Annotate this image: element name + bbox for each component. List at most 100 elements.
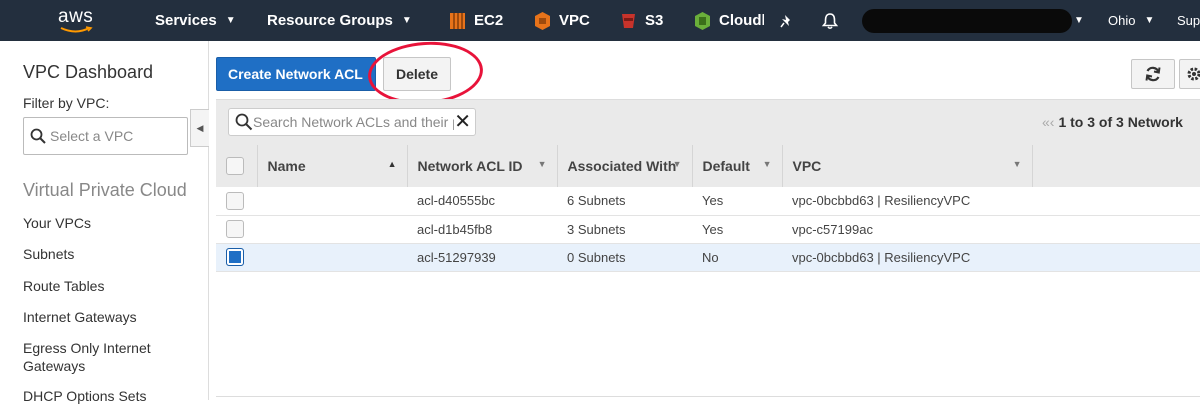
shortcut-ec2[interactable]: EC2 — [449, 0, 503, 41]
redacted-account-name — [862, 9, 1072, 33]
vpc-icon — [534, 11, 551, 31]
select-all-header — [216, 145, 257, 187]
region-label: Ohio — [1108, 13, 1136, 28]
column-header-name[interactable]: Name ▲ — [256, 145, 407, 187]
top-navigation-bar: aws Services ▼ Resource Groups ▼ EC2 VPC S… — [0, 0, 1200, 41]
create-network-acl-button[interactable]: Create Network ACL — [216, 57, 376, 91]
resource-groups-menu[interactable]: Resource Groups ▼ — [267, 0, 412, 41]
gear-icon — [1187, 67, 1200, 81]
collapse-sidebar-button[interactable]: ◀ — [190, 109, 209, 147]
cell-acl-id: acl-d1b45fb8 — [417, 221, 493, 237]
row-checkbox[interactable] — [226, 220, 244, 238]
sidebar-item-your-vpcs[interactable]: Your VPCs — [23, 214, 193, 232]
smile-arrow-icon — [60, 25, 93, 32]
refresh-icon — [1145, 66, 1161, 82]
row-checkbox[interactable] — [226, 191, 244, 210]
bell-icon[interactable] — [821, 0, 839, 41]
shortcut-label: S3 — [645, 12, 664, 29]
cell-name — [257, 243, 407, 271]
sort-asc-icon: ▲ — [387, 159, 397, 169]
select-all-checkbox[interactable] — [226, 157, 244, 176]
column-label: Network ACL ID — [417, 158, 523, 174]
cell-acl-id: acl-d40555bc — [417, 193, 496, 209]
settings-button[interactable] — [1179, 59, 1200, 89]
sidebar-item-internet-gateways[interactable]: Internet Gateways — [23, 308, 193, 326]
column-header-filler — [1031, 145, 1200, 187]
chevron-down-icon: ▼ — [1074, 15, 1084, 26]
aws-logo[interactable]: aws — [58, 0, 93, 41]
cell-associated-with: 0 Subnets — [567, 249, 626, 265]
cell-vpc: vpc-0bcbbd63 | ResiliencyVPC — [792, 249, 971, 265]
services-menu[interactable]: Services ▼ — [155, 0, 236, 41]
column-label: Associated With — [567, 158, 677, 174]
sidebar: VPC Dashboard Filter by VPC: Select a VP… — [0, 41, 209, 404]
search-icon — [30, 128, 46, 144]
table-row-selected[interactable]: acl-51297939 0 Subnets No vpc-0bcbbd63 |… — [216, 243, 1200, 271]
filter-label: Filter by VPC: — [23, 95, 110, 111]
pin-icon[interactable] — [780, 0, 794, 41]
ec2-icon — [449, 11, 466, 31]
cell-name — [257, 187, 407, 215]
shortcut-cloudformation[interactable]: Cloudl — [694, 0, 764, 41]
shortcut-label: VPC — [559, 12, 590, 29]
sort-icon: ▼ — [1012, 159, 1022, 169]
refresh-button[interactable] — [1131, 59, 1175, 89]
shortcut-s3[interactable]: S3 — [620, 0, 663, 41]
resource-groups-label: Resource Groups — [267, 12, 393, 29]
column-header-default[interactable]: Default ▼ — [691, 145, 782, 187]
cell-default: No — [702, 249, 719, 265]
table-row[interactable]: acl-d1b45fb8 3 Subnets Yes vpc-c57199ac — [216, 215, 1200, 243]
sidebar-item-subnets[interactable]: Subnets — [23, 245, 193, 263]
cell-associated-with: 3 Subnets — [567, 221, 626, 237]
aws-logo-text: aws — [58, 5, 94, 27]
divider — [216, 396, 1200, 397]
column-label: Default — [702, 158, 750, 174]
pagination-label: 1 to 3 of 3 Network — [1058, 114, 1183, 130]
column-header-associated-with[interactable]: Associated With ▼ — [556, 145, 692, 187]
search-bar: Search Network ACLs and their proper ✕ «… — [216, 99, 1200, 145]
search-icon — [235, 113, 253, 131]
row-checkbox-checked[interactable] — [226, 248, 244, 266]
shortcut-label: Cloudl — [719, 12, 764, 29]
sidebar-item-dhcp-options[interactable]: DHCP Options Sets — [23, 387, 193, 405]
support-menu[interactable]: Sup — [1177, 0, 1200, 41]
s3-icon — [620, 11, 637, 31]
sidebar-title[interactable]: VPC Dashboard — [23, 62, 153, 83]
cloudformation-icon — [694, 11, 711, 31]
shortcut-vpc[interactable]: VPC — [534, 0, 590, 41]
sidebar-item-egress-only-gateways[interactable]: Egress Only Internet Gateways — [23, 339, 173, 375]
shortcut-label: EC2 — [474, 12, 504, 29]
sort-icon: ▼ — [672, 159, 682, 169]
region-menu[interactable]: Ohio ▼ — [1108, 0, 1154, 41]
search-input[interactable]: Search Network ACLs and their proper ✕ — [228, 108, 476, 136]
cell-name — [257, 215, 407, 243]
vpc-filter-placeholder: Select a VPC — [50, 128, 134, 144]
chevron-left-icon: ◀ — [196, 122, 204, 133]
column-header-acl-id[interactable]: Network ACL ID ▼ — [406, 145, 557, 187]
sort-icon: ▼ — [537, 159, 547, 169]
vpc-filter-select[interactable]: Select a VPC — [23, 117, 188, 155]
section-heading: Virtual Private Cloud — [23, 180, 187, 200]
column-label: VPC — [792, 158, 822, 174]
network-acl-table: Name ▲ Network ACL ID ▼ Associated With ▼ D… — [216, 145, 1200, 272]
cell-default: Yes — [702, 193, 724, 209]
cell-vpc: vpc-0bcbbd63 | ResiliencyVPC — [792, 193, 971, 209]
red-circle-annotation — [365, 38, 486, 108]
account-menu-caret[interactable]: ▼ — [1074, 0, 1084, 41]
sort-icon: ▼ — [762, 159, 772, 169]
clear-search-icon[interactable]: ✕ — [454, 112, 471, 132]
column-label: Name — [267, 158, 306, 174]
table-header: Name ▲ Network ACL ID ▼ Associated With ▼ D… — [216, 145, 1200, 187]
cell-associated-with: 6 Subnets — [567, 193, 626, 209]
cell-acl-id: acl-51297939 — [417, 249, 496, 265]
support-label: Sup — [1177, 13, 1200, 28]
table-row[interactable]: acl-d40555bc 6 Subnets Yes vpc-0bcbbd63 … — [216, 187, 1200, 215]
sidebar-item-route-tables[interactable]: Route Tables — [23, 277, 193, 295]
chevron-down-icon: ▼ — [1144, 15, 1155, 26]
chevron-down-icon: ▼ — [401, 15, 412, 26]
services-label: Services — [155, 12, 217, 29]
column-header-vpc[interactable]: VPC ▼ — [781, 145, 1032, 187]
cell-default: Yes — [702, 221, 724, 237]
first-page-icon[interactable]: «‹ — [1042, 114, 1054, 130]
pagination: «‹ 1 to 3 of 3 Network — [1042, 114, 1183, 130]
